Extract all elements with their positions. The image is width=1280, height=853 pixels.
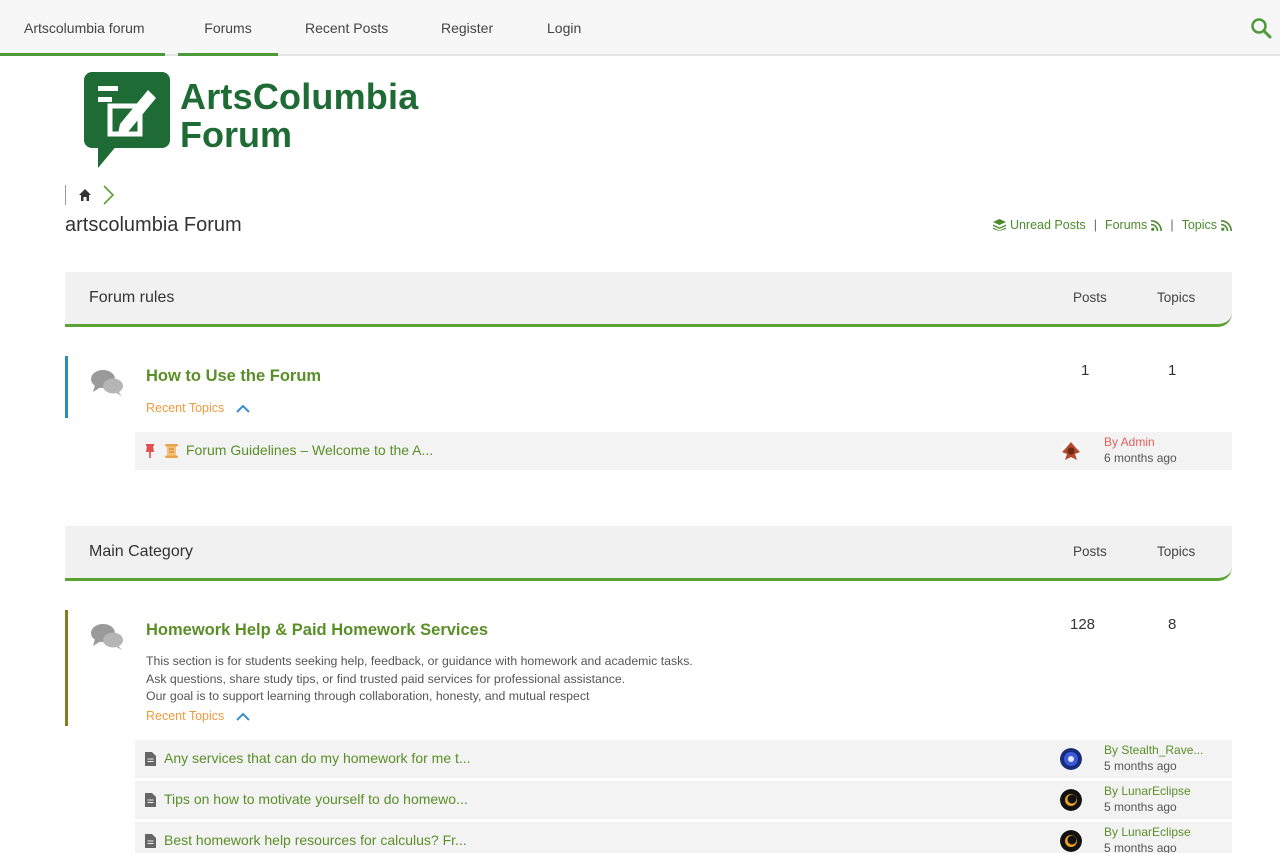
recent-topics-label: Recent Topics: [146, 709, 225, 723]
topic-row[interactable]: Tips on how to motivate yourself to do h…: [135, 781, 1232, 819]
topic-row[interactable]: Best homework help resources for calculu…: [135, 822, 1232, 853]
topic-title[interactable]: Best homework help resources for calculu…: [164, 832, 467, 848]
forum-topics-count: 1: [1168, 362, 1177, 379]
breadcrumb-divider: [65, 185, 66, 205]
nav-forums[interactable]: Forums: [178, 0, 278, 56]
topic-author[interactable]: By Stealth_Rave...: [1104, 743, 1203, 757]
forum-accent-bar: [65, 610, 68, 726]
recent-topics-toggle[interactable]: Recent Topics: [146, 401, 250, 415]
topic-author[interactable]: By LunarEclipse: [1104, 825, 1191, 839]
nav-site-underline: [0, 53, 165, 56]
topics-column-label: Topics: [1157, 290, 1196, 305]
forum-description-line: This section is for students seeking hel…: [146, 654, 693, 668]
topic-time: 5 months ago: [1104, 759, 1177, 773]
posts-column-label: Posts: [1073, 290, 1107, 305]
page-title: artscolumbia Forum: [65, 214, 242, 236]
forum-row: Homework Help & Paid Homework Services T…: [65, 610, 1232, 740]
category-header: Forum rules Posts Topics: [65, 272, 1232, 327]
file-icon: [145, 834, 156, 848]
breadcrumb: [65, 184, 114, 206]
logo-text-line2: Forum: [180, 114, 292, 155]
posts-column-label: Posts: [1073, 544, 1107, 559]
topic-time: 5 months ago: [1104, 800, 1177, 814]
chevron-up-icon[interactable]: [236, 712, 250, 721]
forum-posts-count: 128: [1070, 616, 1096, 633]
nav-site-name[interactable]: Artscolumbia forum: [24, 0, 145, 56]
topic-time: 6 months ago: [1104, 451, 1177, 465]
site-logo[interactable]: ArtsColumbia Forum: [84, 72, 464, 172]
avatar[interactable]: [1060, 748, 1082, 770]
file-icon: [145, 752, 156, 766]
topic-author[interactable]: By Admin: [1104, 435, 1155, 449]
rss-icon[interactable]: [1151, 219, 1163, 231]
forum-description-line: Our goal is to support learning through …: [146, 689, 590, 703]
unread-posts-link[interactable]: Unread Posts: [1010, 218, 1086, 232]
topic-title[interactable]: Tips on how to motivate yourself to do h…: [164, 791, 468, 807]
scroll-icon: [165, 444, 178, 458]
forum-quick-links: Unread Posts | Forums | Topics: [992, 218, 1232, 232]
topics-feed-link[interactable]: Topics: [1182, 218, 1217, 232]
topic-title[interactable]: Any services that can do my homework for…: [164, 750, 471, 766]
topic-row[interactable]: Forum Guidelines – Welcome to the A... B…: [135, 432, 1232, 470]
topic-time: 5 months ago: [1104, 841, 1177, 853]
link-separator: |: [1170, 218, 1174, 232]
forums-feed-link[interactable]: Forums: [1105, 218, 1147, 232]
logo-mark-icon: [84, 72, 170, 168]
category-title[interactable]: Forum rules: [89, 289, 174, 307]
nav-register[interactable]: Register: [441, 0, 493, 56]
topics-column-label: Topics: [1157, 544, 1196, 559]
forum-description-line: Ask questions, share study tips, or find…: [146, 672, 626, 686]
layers-icon: [992, 219, 1006, 231]
forum-name[interactable]: Homework Help & Paid Homework Services: [146, 621, 488, 640]
recent-topics-label: Recent Topics: [146, 401, 225, 415]
nav-recent-posts[interactable]: Recent Posts: [305, 0, 388, 56]
recent-topics-toggle[interactable]: Recent Topics: [146, 709, 250, 723]
forum-posts-count: 1: [1081, 362, 1090, 379]
avatar[interactable]: [1060, 830, 1082, 852]
chat-bubbles-icon: [91, 370, 123, 396]
forum-topics-count: 8: [1168, 616, 1177, 633]
forum-row: How to Use the Forum Recent Topics 1 1: [65, 356, 1232, 436]
nav-login[interactable]: Login: [547, 0, 581, 56]
chat-bubbles-icon: [91, 624, 123, 650]
topic-author[interactable]: By LunarEclipse: [1104, 784, 1191, 798]
avatar[interactable]: [1060, 789, 1082, 811]
pin-icon: [146, 444, 154, 458]
category-header: Main Category Posts Topics: [65, 526, 1232, 581]
forum-accent-bar: [65, 356, 68, 418]
chevron-right-icon: [103, 185, 114, 205]
topic-row[interactable]: Any services that can do my homework for…: [135, 740, 1232, 778]
logo-text-line1: ArtsColumbia: [180, 76, 419, 117]
search-icon[interactable]: [1250, 17, 1272, 39]
chevron-up-icon[interactable]: [236, 404, 250, 413]
file-icon: [145, 793, 156, 807]
link-separator: |: [1093, 218, 1097, 232]
home-icon[interactable]: [78, 188, 92, 202]
forum-name[interactable]: How to Use the Forum: [146, 367, 321, 386]
rss-icon[interactable]: [1221, 219, 1232, 231]
topic-title[interactable]: Forum Guidelines – Welcome to the A...: [186, 442, 433, 458]
top-navigation: Artscolumbia forum Forums Recent Posts R…: [0, 0, 1280, 56]
category-title[interactable]: Main Category: [89, 543, 193, 561]
avatar[interactable]: [1060, 440, 1082, 462]
